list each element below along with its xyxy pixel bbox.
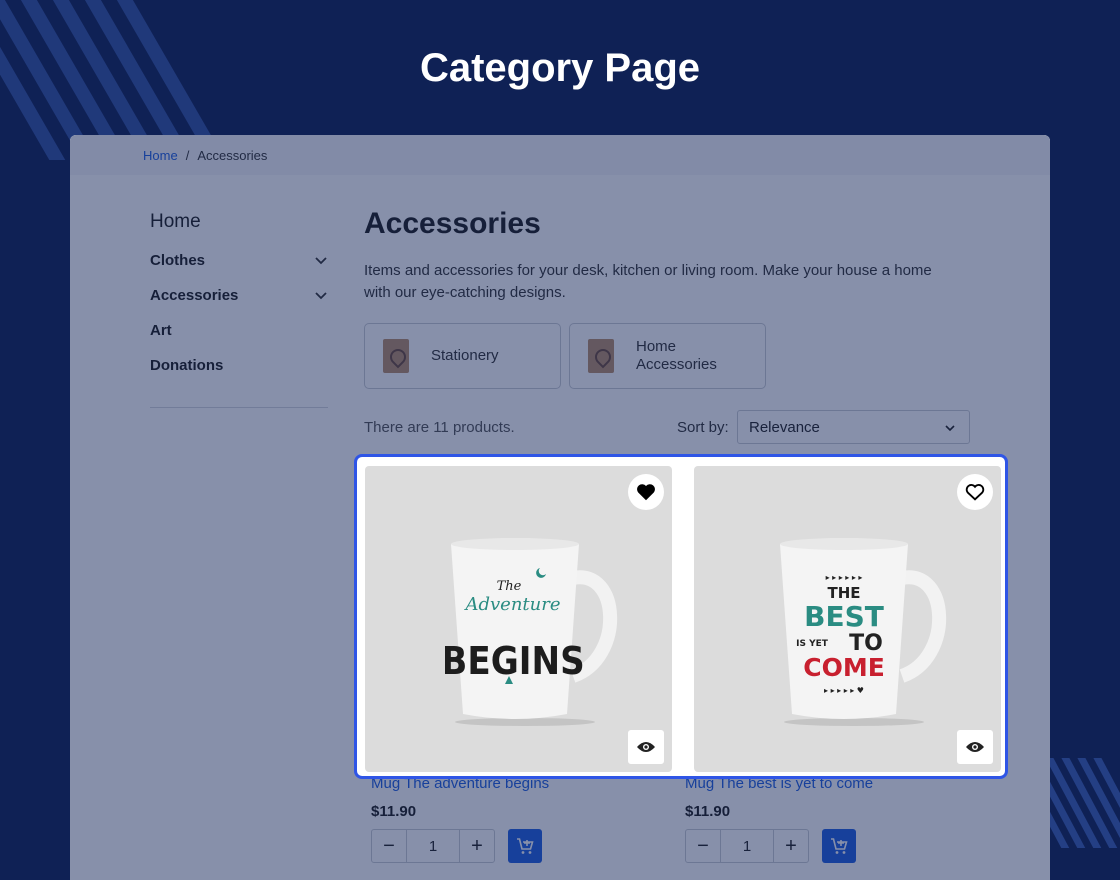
product-price: $11.90 <box>685 803 731 820</box>
breadcrumb-separator: / <box>185 148 190 163</box>
product-card-best-yet-to-come[interactable]: ▸ ▸ ▸ ▸ ▸ ▸ THE BEST IS YET TO COME ▸ ▸ … <box>694 466 1001 772</box>
sort-label: Sort by: <box>677 419 729 436</box>
subcategory-home-accessories[interactable]: Home Accessories <box>569 323 766 389</box>
subcategory-list: Stationery Home Accessories <box>364 323 766 389</box>
subcategory-stationery[interactable]: Stationery <box>364 323 561 389</box>
add-to-cart-button[interactable] <box>822 829 856 863</box>
sidebar-item-accessories[interactable]: Accessories <box>150 285 328 305</box>
breadcrumb-home-link[interactable]: Home <box>143 148 178 163</box>
mug-text: Adventure <box>463 594 560 615</box>
decrease-quantity-button[interactable]: − <box>686 830 720 862</box>
mug-text: BEST <box>804 600 884 633</box>
quantity-input[interactable]: 1 <box>406 830 460 862</box>
mug-text: The <box>497 579 522 594</box>
mug-text: BEGINS <box>445 639 585 683</box>
category-sidebar: Home Clothes Accessories Art Donations <box>150 211 328 408</box>
mug-text: COME <box>803 653 885 682</box>
category-description: Items and accessories for your desk, kit… <box>364 262 932 301</box>
decrease-quantity-button[interactable]: − <box>372 830 406 862</box>
subcategory-label: Stationery <box>431 347 499 364</box>
chevron-down-icon <box>945 425 955 432</box>
sidebar-item-label: Clothes <box>150 251 206 269</box>
page-heading: Category Page <box>419 46 701 90</box>
wishlist-button[interactable] <box>628 474 664 510</box>
mug-text: IS YET <box>796 639 829 649</box>
heart-filled-icon <box>637 484 655 501</box>
breadcrumb: Home / Accessories <box>70 135 1050 175</box>
highlighted-product-row: The Adventure BEGINS ▸ ▸ ▸ ▸ ▸ ▸ THE BES… <box>354 454 1008 779</box>
heart-outline-icon <box>965 484 985 501</box>
mug-best-yet-image: ▸ ▸ ▸ ▸ ▸ ▸ THE BEST IS YET TO COME ▸ ▸ … <box>780 538 947 726</box>
increase-quantity-button[interactable]: + <box>460 830 494 862</box>
quantity-input[interactable]: 1 <box>720 830 774 862</box>
subcategory-label: Home Accessories <box>636 338 717 373</box>
quick-view-button[interactable] <box>957 730 993 764</box>
chevron-down-icon[interactable] <box>314 288 328 302</box>
category-title: Accessories <box>364 207 541 240</box>
add-to-cart-button[interactable] <box>508 829 542 863</box>
eye-icon <box>966 742 984 752</box>
quantity-stepper: − 1 + <box>371 829 495 863</box>
sidebar-title[interactable]: Home <box>150 211 328 235</box>
mug-adventure-image: The Adventure BEGINS <box>445 538 618 726</box>
breadcrumb-current: Accessories <box>197 148 268 163</box>
sidebar-item-label: Accessories <box>150 286 239 304</box>
product-count: There are 11 products. <box>364 419 515 436</box>
svg-text:▸ ▸ ▸ ▸ ▸ ♥: ▸ ▸ ▸ ▸ ▸ ♥ <box>824 686 864 695</box>
product-price: $11.90 <box>371 803 417 820</box>
quantity-stepper: − 1 + <box>685 829 809 863</box>
eye-icon <box>637 742 655 752</box>
category-main: Accessories Items and accessories for yo… <box>364 207 1004 444</box>
product-card-adventure-begins[interactable]: The Adventure BEGINS <box>365 466 672 772</box>
subcategory-thumbnail <box>383 339 409 373</box>
sort-select[interactable]: Relevance <box>737 410 970 444</box>
svg-text:▸ ▸ ▸ ▸ ▸ ▸: ▸ ▸ ▸ ▸ ▸ ▸ <box>826 573 863 582</box>
sidebar-divider <box>150 407 328 408</box>
chevron-down-icon[interactable] <box>314 253 328 267</box>
decorative-stripes-bottom-right <box>1040 758 1120 848</box>
sidebar-item-donations[interactable]: Donations <box>150 355 328 375</box>
sort-select-value: Relevance <box>749 419 820 436</box>
cart-add-icon <box>831 838 848 854</box>
sidebar-item-label: Donations <box>150 356 224 374</box>
sidebar-item-label: Art <box>150 321 172 339</box>
quick-view-button[interactable] <box>628 730 664 764</box>
cart-add-icon <box>517 838 534 854</box>
sidebar-item-art[interactable]: Art <box>150 320 328 340</box>
subcategory-thumbnail <box>588 339 614 373</box>
increase-quantity-button[interactable]: + <box>774 830 808 862</box>
wishlist-button[interactable] <box>957 474 993 510</box>
sidebar-item-clothes[interactable]: Clothes <box>150 250 328 270</box>
